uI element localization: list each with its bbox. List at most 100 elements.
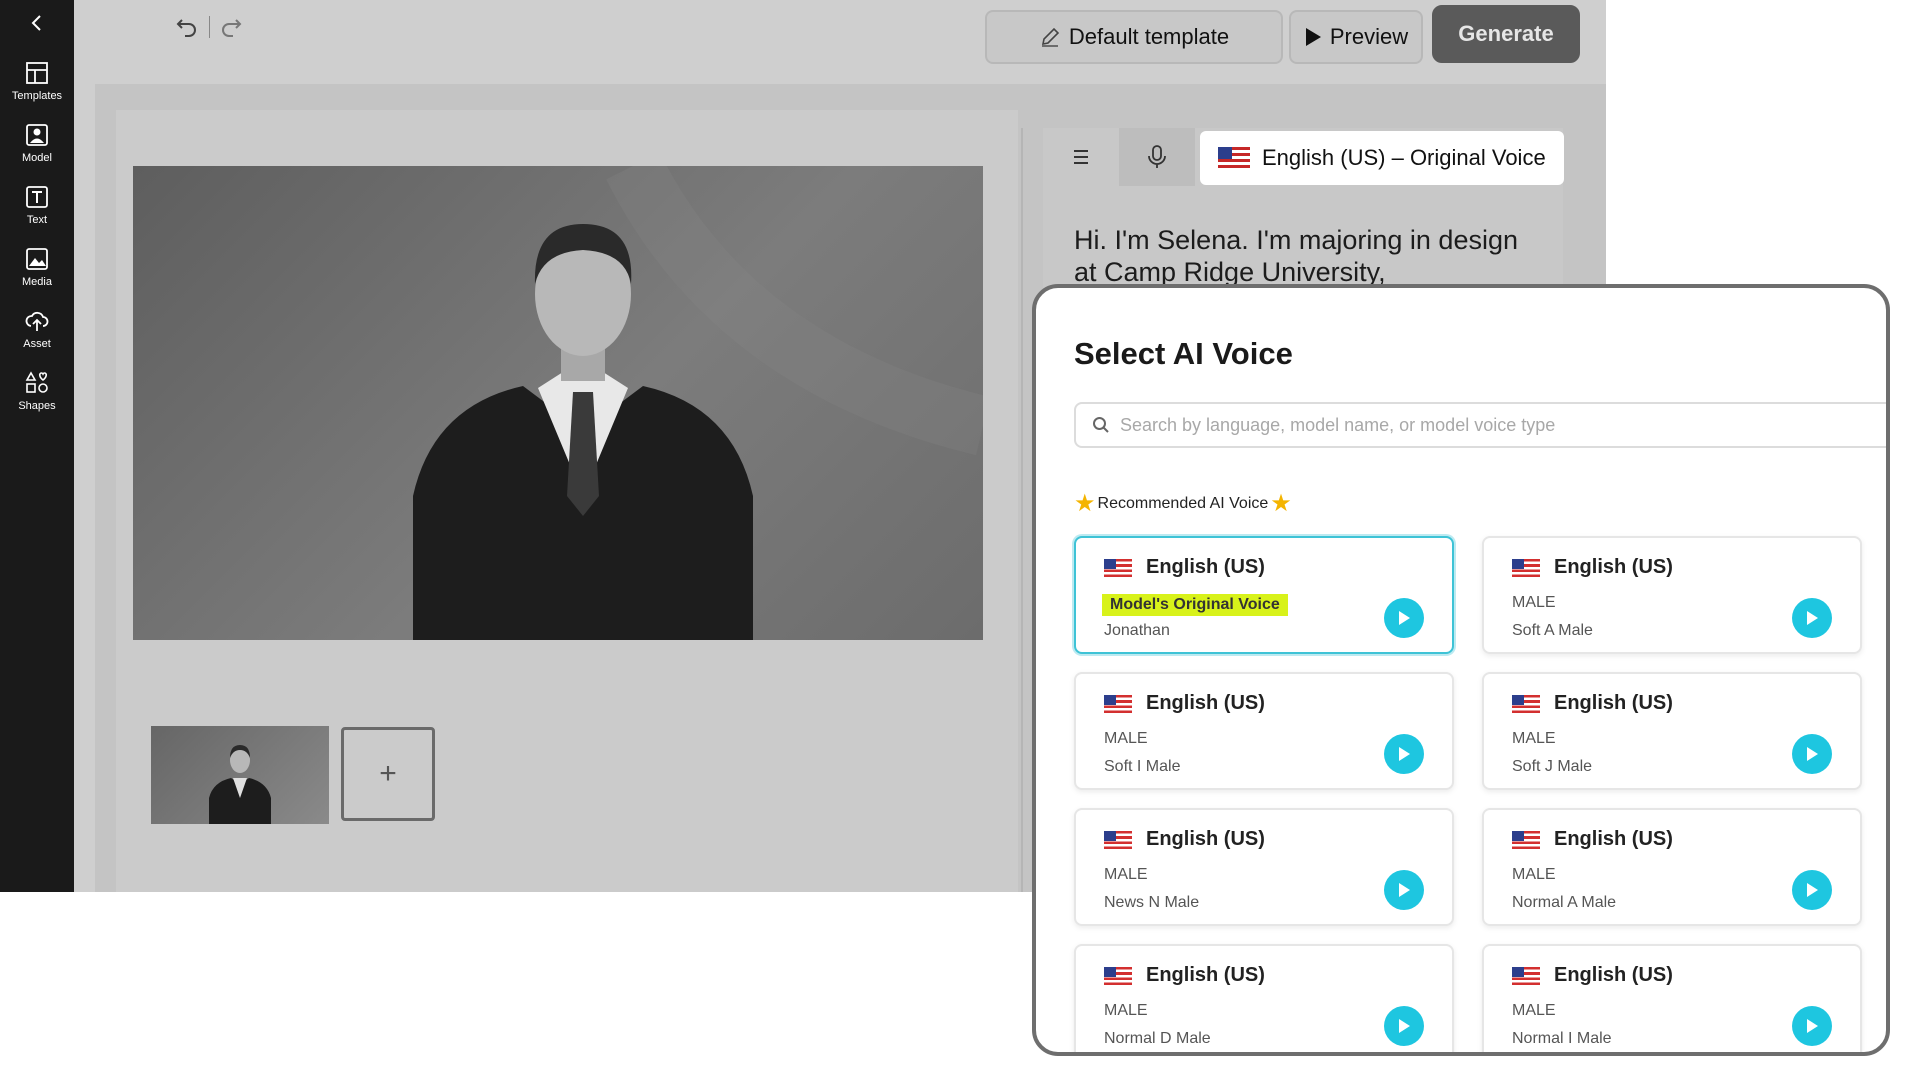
voice-card-gender: MALE (1512, 730, 1556, 747)
voice-card-name: Normal A Male (1512, 894, 1617, 911)
sidebar-item-shapes[interactable]: Shapes (0, 370, 74, 426)
play-voice-button[interactable] (1384, 1006, 1424, 1046)
script-menu-tab[interactable] (1043, 128, 1119, 186)
asset-upload-icon (25, 311, 49, 331)
chevron-left-icon (31, 15, 41, 31)
play-icon (1399, 1019, 1410, 1033)
search-input[interactable] (1120, 414, 1880, 436)
sidebar-item-text[interactable]: Text (0, 184, 74, 240)
video-canvas[interactable] (133, 166, 983, 640)
text-icon (26, 186, 48, 208)
voice-card-language: English (US) (1146, 828, 1265, 850)
voice-card-name: Normal D Male (1104, 1030, 1211, 1047)
us-flag-icon (1512, 694, 1540, 713)
screen: Templates Model Text Media Asset Shapes (0, 0, 1920, 1080)
recommended-heading: ★ Recommended AI Voice ★ (1074, 490, 1292, 517)
undo-icon[interactable] (174, 14, 200, 40)
sidebar-item-label: Asset (23, 338, 51, 350)
voice-selector[interactable]: English (US) – Original Voice (1200, 131, 1564, 185)
voice-card-gender: MALE (1104, 730, 1148, 747)
play-voice-button[interactable] (1792, 1006, 1832, 1046)
star-icon: ★ (1270, 490, 1292, 517)
add-scene-button[interactable]: + (341, 727, 435, 821)
model-icon (26, 124, 48, 146)
us-flag-icon (1218, 147, 1250, 169)
us-flag-icon (1104, 966, 1132, 985)
shapes-icon (25, 371, 48, 393)
scene-thumbnail[interactable] (151, 726, 329, 824)
default-template-button[interactable]: Default template (985, 10, 1283, 64)
us-flag-icon (1512, 830, 1540, 849)
play-voice-button[interactable] (1792, 734, 1832, 774)
voice-card-gender: MALE (1512, 1002, 1556, 1019)
sidebar-item-label: Templates (11, 90, 63, 102)
voice-card[interactable]: English (US) MALE Soft A Male (1482, 536, 1862, 654)
voice-card[interactable]: English (US) MALE Normal A Male (1482, 808, 1862, 926)
sidebar-item-model[interactable]: Model (0, 122, 74, 178)
voice-card-name: Soft A Male (1512, 622, 1593, 639)
play-voice-button[interactable] (1792, 598, 1832, 638)
sidebar-item-asset[interactable]: Asset (0, 308, 74, 364)
redo-icon[interactable] (218, 14, 244, 40)
back-button[interactable] (22, 8, 52, 38)
us-flag-icon (1104, 558, 1132, 577)
voice-card[interactable]: English (US) MALE Soft J Male (1482, 672, 1862, 790)
generate-button[interactable]: Generate (1432, 5, 1580, 63)
voice-card-language: English (US) (1146, 556, 1265, 578)
preview-button[interactable]: Preview (1289, 10, 1423, 64)
templates-icon (26, 62, 48, 84)
play-icon (1807, 747, 1818, 761)
voice-card-language: English (US) (1554, 692, 1673, 714)
media-icon (26, 248, 48, 270)
voice-card-name: News N Male (1104, 894, 1200, 911)
play-icon (1399, 747, 1410, 761)
voice-card-language: English (US) (1554, 556, 1673, 578)
search-icon (1093, 417, 1109, 433)
menu-icon (1074, 150, 1088, 164)
microphone-tab[interactable] (1119, 128, 1195, 186)
voice-card-name: Soft I Male (1104, 758, 1181, 775)
voice-card-language: English (US) (1554, 828, 1673, 850)
recommended-label: Recommended AI Voice (1097, 495, 1269, 512)
microphone-icon (1148, 145, 1166, 168)
voice-card-gender: MALE (1104, 866, 1148, 883)
sidebar-item-templates[interactable]: Templates (0, 60, 74, 116)
default-template-label: Default template (1068, 24, 1230, 49)
presenter-image (413, 166, 983, 640)
sidebar-item-label: Model (22, 152, 52, 164)
play-icon (1807, 883, 1818, 897)
voice-card[interactable]: English (US) MALE Normal I Male (1482, 944, 1862, 1052)
voice-card[interactable]: English (US) MALE Soft I Male (1074, 672, 1454, 790)
voice-card-name: Soft J Male (1512, 758, 1593, 775)
play-icon (1305, 28, 1321, 46)
us-flag-icon (1104, 694, 1132, 713)
voice-card-gender: MALE (1512, 594, 1556, 611)
modal-title: Select AI Voice (1074, 336, 1293, 371)
voice-card-language: English (US) (1146, 692, 1265, 714)
play-voice-button[interactable] (1384, 734, 1424, 774)
preview-label: Preview (1329, 24, 1409, 49)
panel-divider (1021, 128, 1023, 892)
toolbar-divider (209, 16, 210, 38)
play-icon (1807, 1019, 1818, 1033)
us-flag-icon (1104, 830, 1132, 849)
left-sidebar: Templates Model Text Media Asset Shapes (0, 0, 74, 892)
us-flag-icon (1512, 558, 1540, 577)
play-voice-button[interactable] (1384, 598, 1424, 638)
sidebar-item-media[interactable]: Media (0, 246, 74, 302)
star-icon: ★ (1074, 490, 1096, 517)
pencil-icon (1041, 27, 1060, 47)
voice-selector-label: English (US) – Original Voice (1262, 145, 1546, 170)
play-voice-button[interactable] (1792, 870, 1832, 910)
play-voice-button[interactable] (1384, 870, 1424, 910)
voice-card[interactable]: English (US) MALE News N Male (1074, 808, 1454, 926)
script-text[interactable]: Hi. I'm Selena. I'm majoring in design a… (1074, 224, 1544, 288)
voice-card-gender: MALE (1104, 1002, 1148, 1019)
voice-card[interactable]: English (US) MALE Normal D Male (1074, 944, 1454, 1052)
select-ai-voice-modal: Select AI Voice ★ Recommended AI Voice ★… (1032, 284, 1890, 1056)
voice-card-name: Jonathan (1104, 622, 1170, 639)
voice-card[interactable]: English (US) Model's Original Voice Jona… (1074, 536, 1454, 654)
voice-search-box[interactable] (1074, 402, 1886, 448)
voice-card-language: English (US) (1146, 964, 1265, 986)
voice-card-name: Normal I Male (1512, 1030, 1612, 1047)
